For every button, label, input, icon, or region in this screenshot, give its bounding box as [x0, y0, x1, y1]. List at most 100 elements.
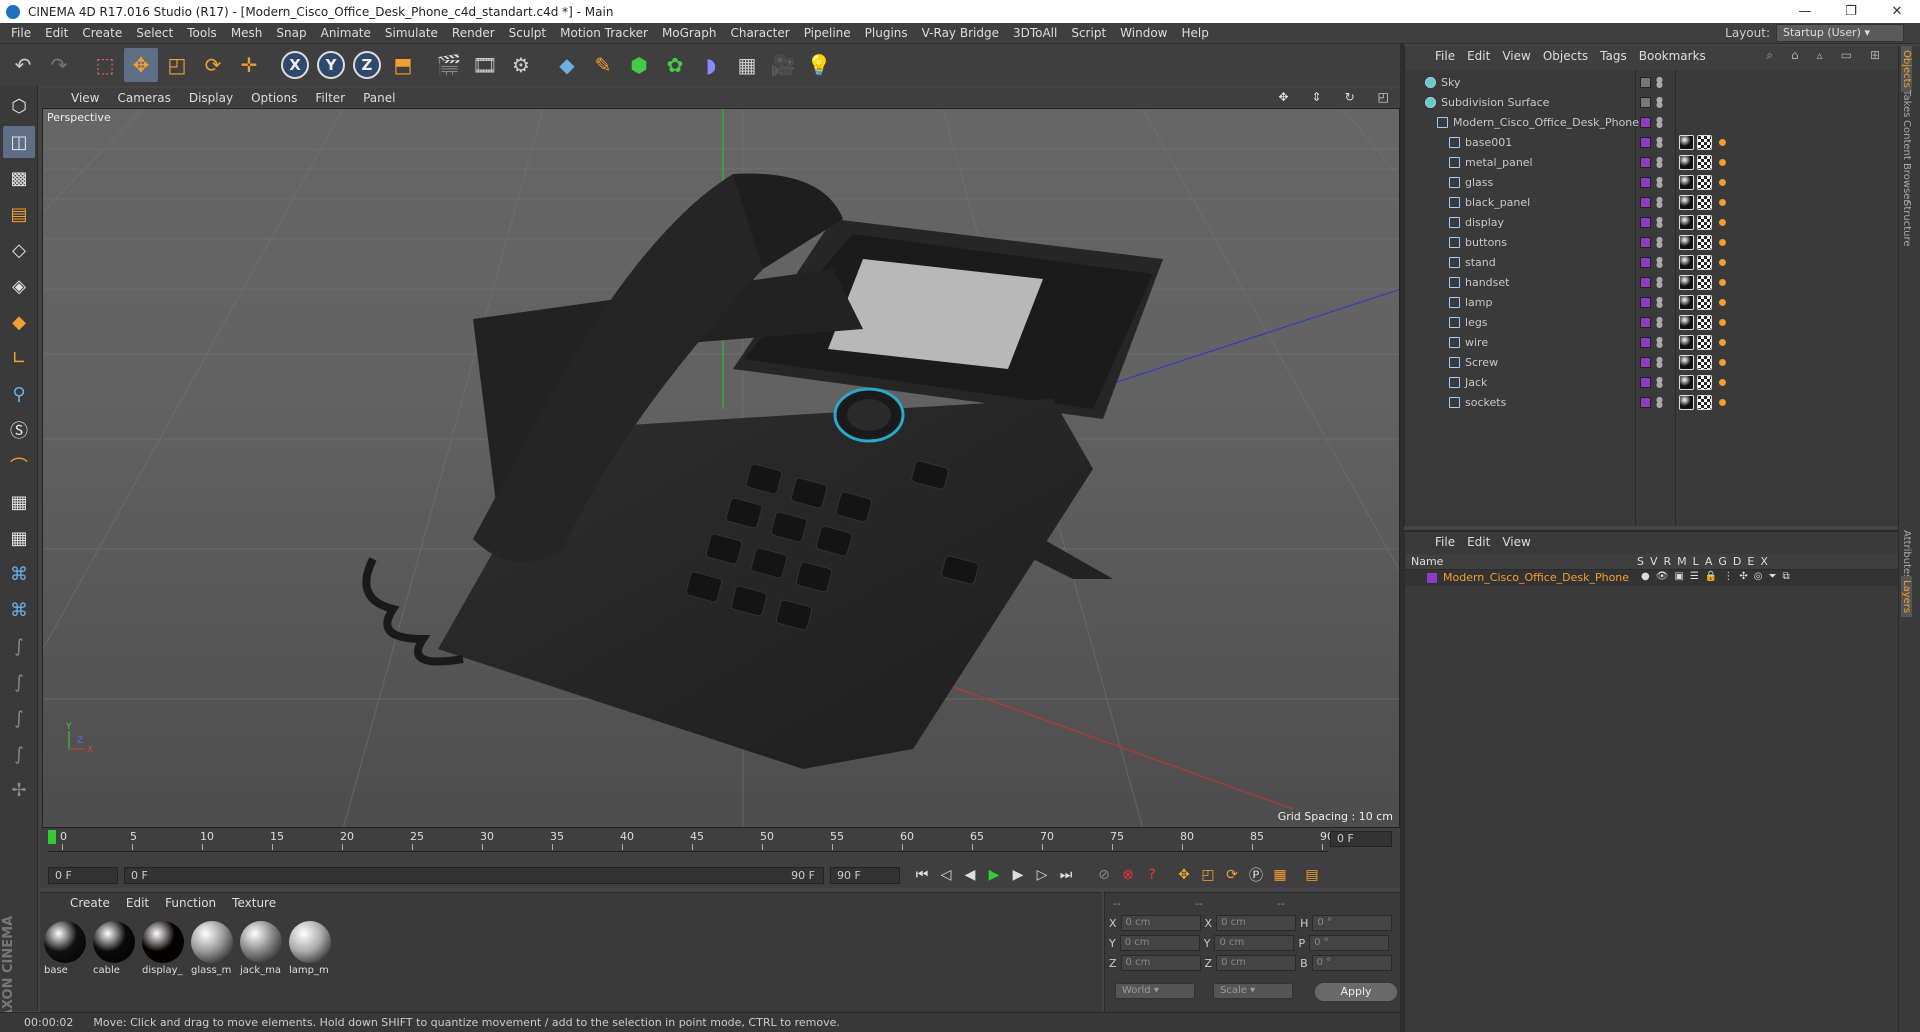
- next-frame-button[interactable]: ▶: [1006, 864, 1030, 886]
- viewport-menu-options[interactable]: Options: [242, 91, 306, 105]
- solo-icon[interactable]: Ⓢ: [3, 414, 35, 446]
- pan-icon[interactable]: ✥: [1269, 90, 1297, 104]
- light-icon[interactable]: 💡: [802, 48, 836, 82]
- material-tag-icon[interactable]: [1679, 234, 1694, 250]
- layer-generators-icon[interactable]: ✣: [1739, 571, 1747, 582]
- layer-color-swatch[interactable]: [1640, 376, 1651, 388]
- visibility-dots-icon[interactable]: ● ●: [1656, 156, 1663, 169]
- object-row[interactable]: Subdivision Surface ● ●: [1405, 92, 1899, 112]
- workplane-icon[interactable]: ▤: [3, 198, 35, 230]
- object-name[interactable]: wire: [1465, 336, 1488, 349]
- material-tag-icon[interactable]: [1679, 334, 1694, 350]
- lm-menu-view[interactable]: View: [1496, 535, 1536, 549]
- uvw-tag-icon[interactable]: [1697, 254, 1712, 270]
- close-button[interactable]: ✕: [1874, 0, 1920, 23]
- 3d-viewport[interactable]: Y X Z Perspective Grid Spacing : 10 cm: [42, 108, 1400, 828]
- material-tag-icon[interactable]: [1679, 134, 1694, 150]
- layer-visible-icon[interactable]: 👁: [1656, 571, 1669, 582]
- phong-tag-icon[interactable]: [1715, 194, 1730, 210]
- om-up-icon[interactable]: ▵: [1811, 48, 1835, 62]
- phong-tag-icon[interactable]: [1715, 294, 1730, 310]
- layer-row[interactable]: Modern_Cisco_Office_Desk_Phone ● 👁 ▣ ☰ 🔒…: [1405, 570, 1899, 586]
- render-view-icon[interactable]: 🎬: [432, 48, 466, 82]
- visibility-dots-icon[interactable]: ● ●: [1656, 296, 1663, 309]
- texture-mode-icon[interactable]: ▩: [3, 162, 35, 194]
- object-name[interactable]: handset: [1465, 276, 1509, 289]
- om-menu-tags[interactable]: Tags: [1594, 49, 1633, 63]
- visibility-dots-icon[interactable]: ● ●: [1656, 216, 1663, 229]
- visibility-dots-icon[interactable]: ● ●: [1656, 116, 1663, 129]
- material-tag-icon[interactable]: [1679, 254, 1694, 270]
- layer-column-header[interactable]: D: [1733, 555, 1741, 568]
- tweak-mode-icon[interactable]: ⚲: [3, 378, 35, 410]
- object-name[interactable]: Subdivision Surface: [1441, 96, 1549, 109]
- om-menu-bookmarks[interactable]: Bookmarks: [1633, 49, 1712, 63]
- lm-menu-edit[interactable]: Edit: [1461, 535, 1496, 549]
- locked-workplane-icon[interactable]: ▦: [3, 522, 35, 554]
- layer-column-header[interactable]: V: [1650, 555, 1658, 568]
- object-name[interactable]: buttons: [1465, 236, 1507, 249]
- layer-expressions-icon[interactable]: ⏷: [1768, 571, 1776, 582]
- cube-icon[interactable]: ◆: [550, 48, 584, 82]
- lm-menu-file[interactable]: File: [1429, 535, 1461, 549]
- coord-field[interactable]: 0 cm: [1216, 955, 1297, 971]
- layer-color-swatch[interactable]: [1640, 356, 1651, 368]
- layer-color-swatch[interactable]: [1640, 396, 1651, 408]
- object-name[interactable]: glass: [1465, 176, 1493, 189]
- object-row[interactable]: buttons ● ●: [1405, 232, 1899, 252]
- camera-icon[interactable]: 🎥: [766, 48, 800, 82]
- material-name[interactable]: glass_m: [191, 965, 235, 976]
- coord-field[interactable]: 0 °: [1309, 935, 1390, 951]
- layer-color-swatch[interactable]: [1640, 176, 1651, 188]
- tab-objects[interactable]: Objects: [1901, 46, 1912, 92]
- uvw-tag-icon[interactable]: [1697, 394, 1712, 410]
- object-row[interactable]: metal_panel ● ●: [1405, 152, 1899, 172]
- layer-name[interactable]: Modern_Cisco_Office_Desk_Phone: [1443, 571, 1629, 584]
- redo-icon[interactable]: ↷: [42, 48, 76, 82]
- om-home-icon[interactable]: ⌂: [1785, 48, 1811, 62]
- uvw-tag-icon[interactable]: [1697, 314, 1712, 330]
- menu-edit[interactable]: Edit: [38, 26, 75, 40]
- visibility-dots-icon[interactable]: ● ●: [1656, 316, 1663, 329]
- layer-column-header[interactable]: A: [1705, 555, 1713, 568]
- y-axis-icon[interactable]: Y: [314, 48, 348, 82]
- timeline-window-icon[interactable]: ▤: [1300, 864, 1324, 886]
- menu-v-ray-bridge[interactable]: V-Ray Bridge: [915, 26, 1006, 40]
- coord-field[interactable]: 0 °: [1311, 955, 1392, 971]
- material-tag-icon[interactable]: [1679, 374, 1694, 390]
- python-2-icon[interactable]: ⌘: [3, 594, 35, 626]
- menu-mograph[interactable]: MoGraph: [655, 26, 724, 40]
- menu-render[interactable]: Render: [445, 26, 502, 40]
- play-button[interactable]: ▶: [982, 864, 1006, 886]
- render-picture-viewer-icon[interactable]: 🎞: [468, 48, 502, 82]
- coord-field[interactable]: 0 cm: [1120, 915, 1201, 931]
- menu-snap[interactable]: Snap: [269, 26, 313, 40]
- material-menu-create[interactable]: Create: [62, 896, 118, 910]
- material-preview[interactable]: [142, 921, 184, 963]
- visibility-dots-icon[interactable]: ● ●: [1656, 256, 1663, 269]
- layer-color-swatch[interactable]: [1640, 336, 1651, 348]
- python-icon[interactable]: ⌘: [3, 558, 35, 590]
- deformer-icon[interactable]: ◗: [694, 48, 728, 82]
- menu-character[interactable]: Character: [723, 26, 796, 40]
- material-preview[interactable]: [191, 921, 233, 963]
- om-menu-objects[interactable]: Objects: [1537, 49, 1594, 63]
- pen-icon[interactable]: ✎: [586, 48, 620, 82]
- uvw-tag-icon[interactable]: [1697, 354, 1712, 370]
- coordinate-system-icon[interactable]: ⬒: [386, 48, 420, 82]
- layout-select[interactable]: Startup (User) ▾: [1776, 24, 1904, 42]
- material-tag-icon[interactable]: [1679, 354, 1694, 370]
- phong-tag-icon[interactable]: [1715, 274, 1730, 290]
- key-position-icon[interactable]: ✥: [1172, 864, 1196, 886]
- object-name[interactable]: base001: [1465, 136, 1512, 149]
- uvw-tag-icon[interactable]: [1697, 334, 1712, 350]
- material-menu-edit[interactable]: Edit: [118, 896, 157, 910]
- menu-script[interactable]: Script: [1064, 26, 1113, 40]
- end-frame-field[interactable]: 90 F: [830, 866, 900, 884]
- record-keys-icon[interactable]: ⊘: [1092, 864, 1116, 886]
- material-tag-icon[interactable]: [1679, 394, 1694, 410]
- visibility-dots-icon[interactable]: ● ●: [1656, 96, 1663, 109]
- layer-column-header[interactable]: M: [1677, 555, 1687, 568]
- minimize-button[interactable]: —: [1782, 0, 1828, 23]
- material-name[interactable]: base: [44, 965, 88, 976]
